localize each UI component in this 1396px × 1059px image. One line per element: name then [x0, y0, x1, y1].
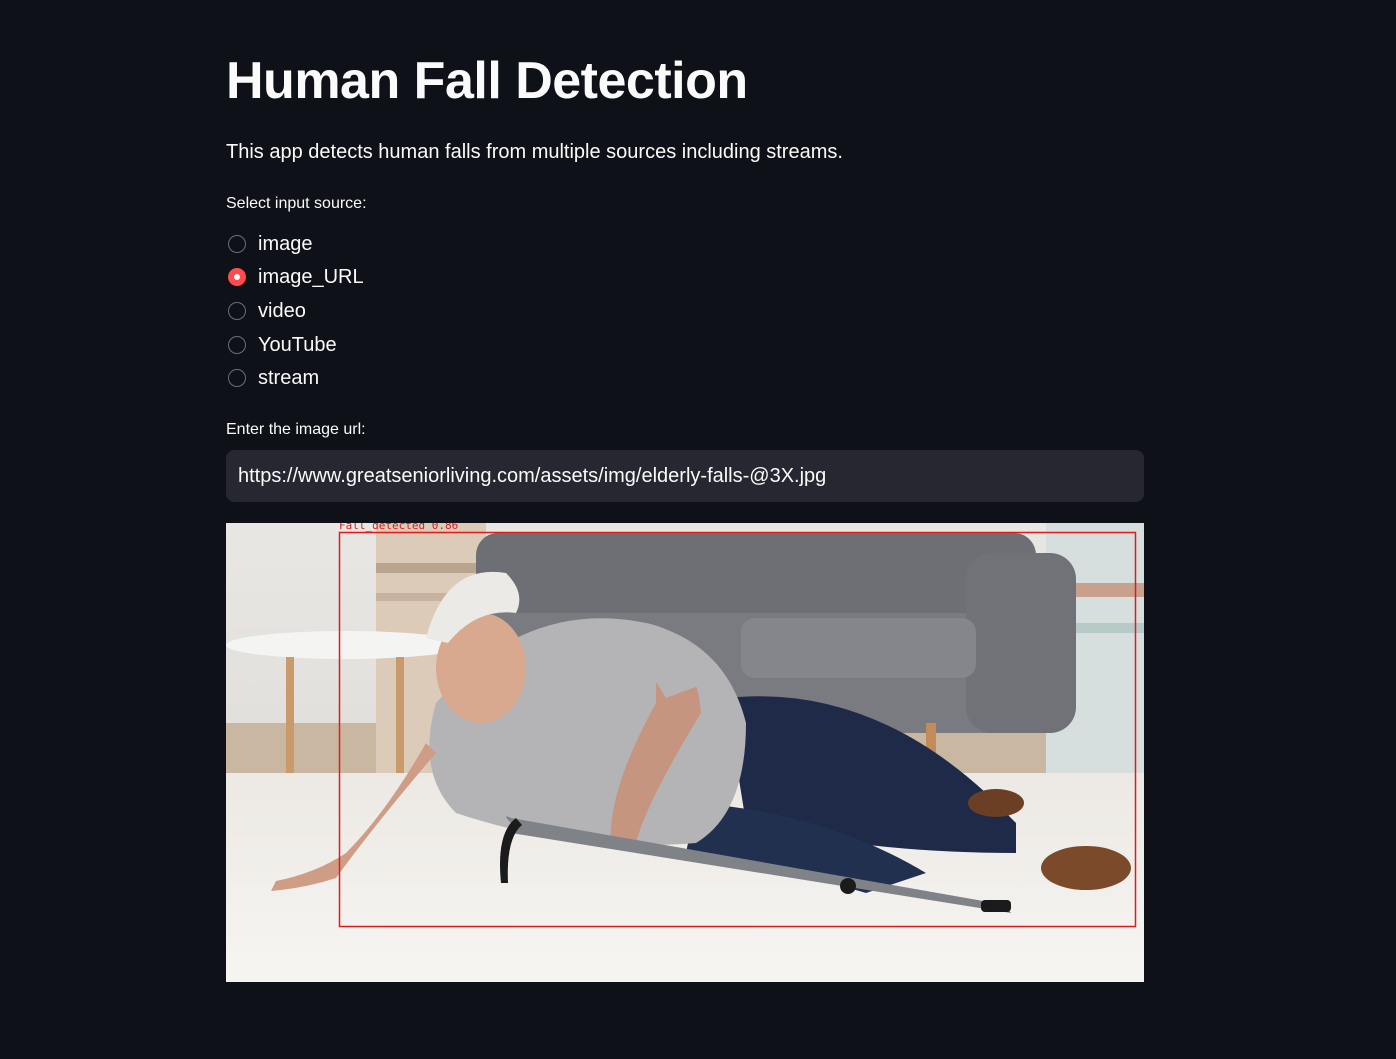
- radio-label: stream: [258, 367, 320, 390]
- image-url-input[interactable]: [226, 450, 1144, 502]
- radio-label: YouTube: [258, 333, 337, 356]
- radio-button[interactable]: [228, 369, 246, 388]
- page-title: Human Fall Detection: [226, 52, 748, 110]
- app-description: This app detects human falls from multip…: [226, 141, 843, 163]
- radio-label: image_URL: [258, 266, 364, 289]
- radio-button[interactable]: [228, 234, 246, 253]
- radio-button[interactable]: [228, 301, 246, 320]
- detection-result-image: Fall_detected 0.86: [226, 523, 1144, 982]
- radio-label: image: [258, 232, 313, 255]
- url-input-label: Enter the image url:: [226, 421, 366, 438]
- fall-scene-illustration: [226, 523, 1144, 982]
- source-radio-group: image image_URL video YouTube stream: [226, 227, 364, 395]
- radio-label: video: [258, 299, 306, 322]
- radio-option-youtube[interactable]: YouTube: [226, 328, 364, 362]
- source-select-label: Select input source:: [226, 195, 367, 212]
- radio-button[interactable]: [228, 335, 246, 354]
- detection-label: Fall_detected 0.86: [339, 523, 459, 532]
- radio-option-stream[interactable]: stream: [226, 361, 364, 395]
- radio-option-video[interactable]: video: [226, 294, 364, 328]
- radio-option-image[interactable]: image: [226, 227, 364, 261]
- radio-option-image-url[interactable]: image_URL: [226, 261, 364, 295]
- radio-button-selected[interactable]: [228, 268, 246, 287]
